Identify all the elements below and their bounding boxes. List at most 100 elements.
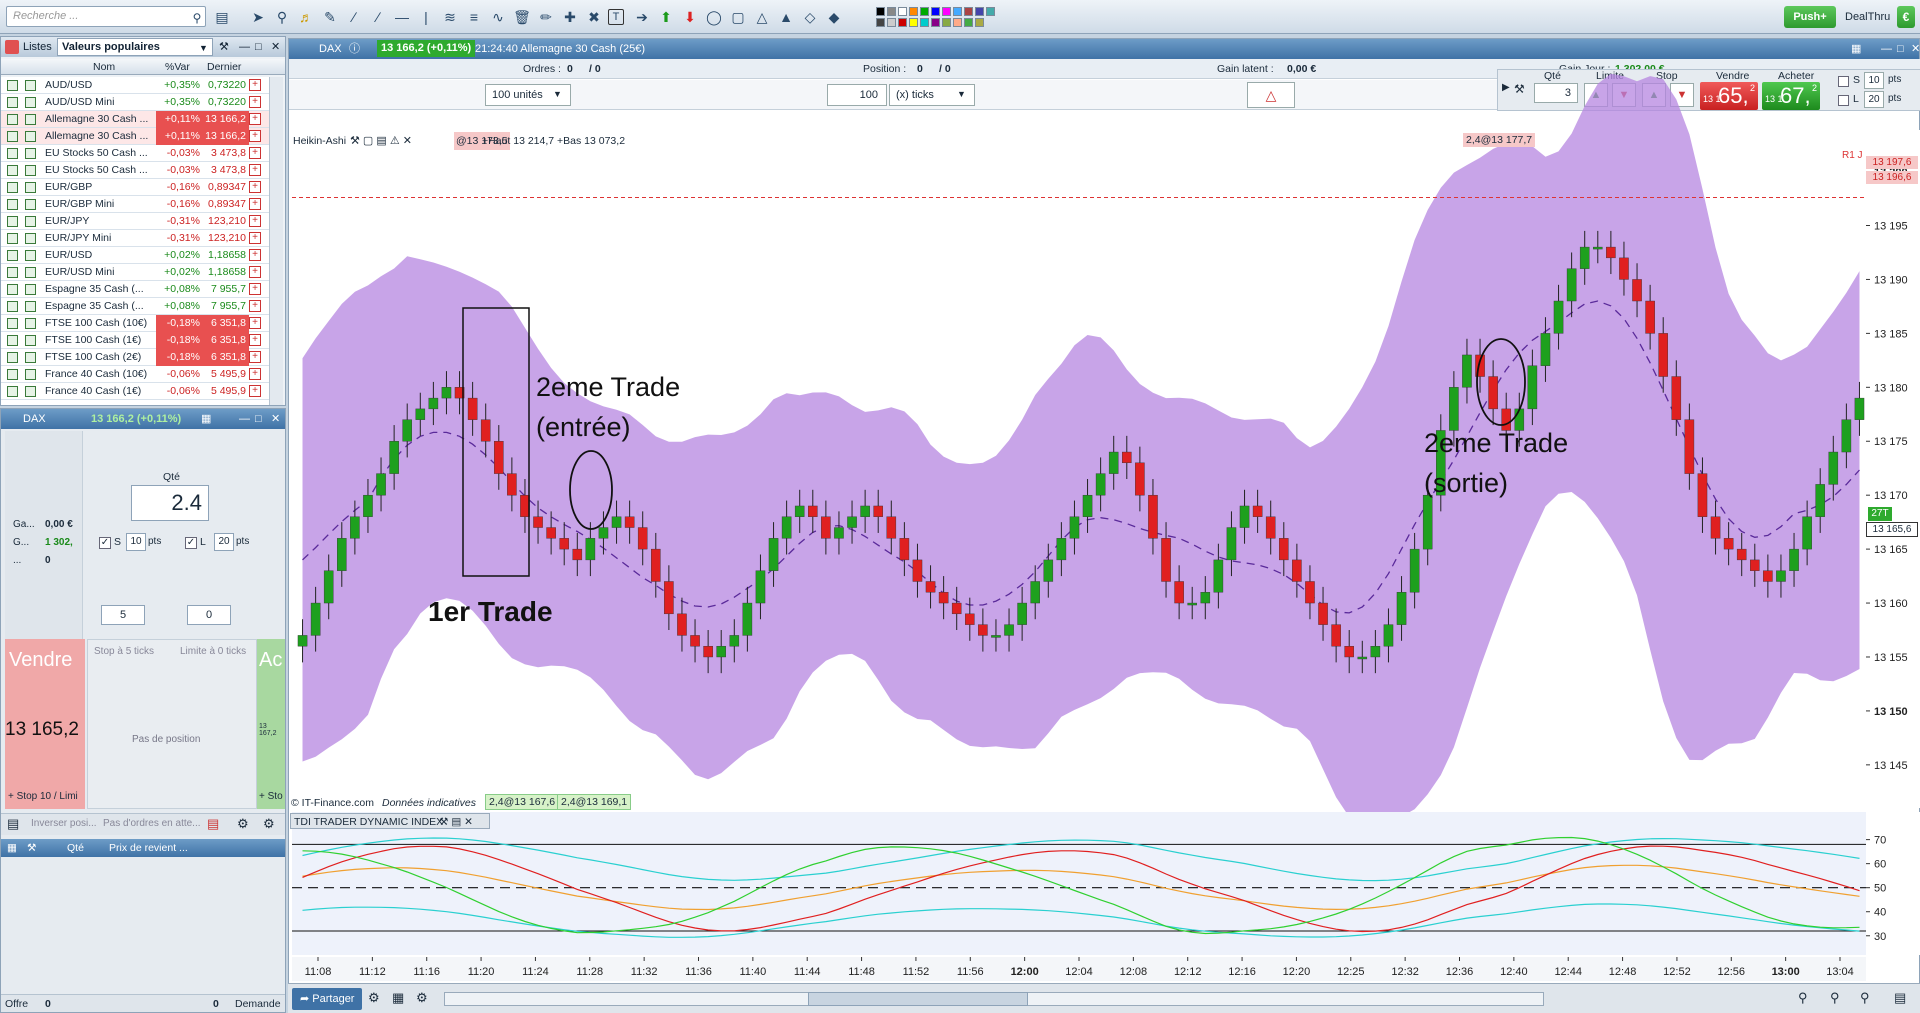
candle-down <box>873 505 883 517</box>
zoom-out-icon[interactable]: ⚲ <box>1830 990 1840 1006</box>
order-marker-top[interactable]: 2,4@13 177,7 <box>1463 133 1536 147</box>
x-tick-label: 12:25 <box>1337 966 1365 978</box>
replay-icon[interactable]: ⚙ <box>368 990 380 1006</box>
candle-up <box>1593 246 1603 250</box>
candle-up <box>1082 494 1093 517</box>
zoom-in-icon[interactable]: ⚲ <box>1798 990 1808 1006</box>
candle-down <box>1174 581 1184 604</box>
candle-up <box>402 419 412 442</box>
x-tick-label: 11:12 <box>359 966 386 978</box>
x-tick-label: 11:40 <box>739 966 766 978</box>
x-tick-label: 12:44 <box>1554 966 1582 978</box>
candle-up <box>1239 505 1250 528</box>
candle-down <box>1148 494 1158 539</box>
candle-up <box>1396 592 1407 625</box>
candle-down <box>1488 376 1498 410</box>
candle-up <box>1815 484 1825 517</box>
candle-down <box>1318 602 1328 625</box>
x-tick-label: 11:28 <box>576 966 603 978</box>
x-tick-label: 11:48 <box>848 966 875 978</box>
indicator-tools-icon[interactable]: ⚒ ▢ ▤ ⚠ ✕ <box>350 132 412 150</box>
candle-up <box>598 527 609 539</box>
current-price-badge: 13 165,6 <box>1866 522 1918 537</box>
x-tick-label: 11:56 <box>957 966 984 978</box>
candle-down <box>533 516 543 528</box>
x-tick-label: 11:44 <box>794 966 821 978</box>
candle-down <box>467 397 478 420</box>
share-label: Partager <box>312 993 355 1005</box>
tdi-label[interactable]: TDI TRADER DYNAMIC INDEX <box>294 814 443 830</box>
tdi-tick-label: 50 <box>1874 883 1886 895</box>
candle-up <box>1095 473 1106 496</box>
settings-icon[interactable]: ⚙ <box>416 990 428 1006</box>
candle-down <box>690 635 700 647</box>
candle-up <box>834 527 844 539</box>
candle-up <box>1802 516 1812 550</box>
candle-up <box>323 570 334 604</box>
candle-down <box>1658 333 1668 377</box>
candle-up <box>1449 387 1459 431</box>
candle-down <box>520 494 530 517</box>
candle-up <box>1409 548 1420 593</box>
tdi-tick-label: 40 <box>1874 907 1886 919</box>
volume-marker: 27T <box>1868 507 1892 521</box>
candle-up <box>337 538 347 571</box>
tdi-pane <box>292 812 1866 955</box>
candle-down <box>886 516 897 539</box>
x-tick-label: 13:04 <box>1826 966 1854 978</box>
x-tick-label: 11:08 <box>305 966 332 978</box>
candle-up <box>1004 624 1014 636</box>
trade-box-1[interactable]: 2,4@13 167,6 <box>485 794 560 810</box>
r1-label: R1 J <box>1842 150 1863 161</box>
candle-up <box>1213 559 1224 593</box>
x-tick-label: 12:08 <box>1120 966 1148 978</box>
candle-up <box>1043 559 1054 582</box>
r1b-price-badge: 13 196,6 <box>1866 171 1918 184</box>
candle-down <box>1684 419 1695 474</box>
candle-up <box>1226 527 1237 561</box>
candle-up <box>1357 656 1368 660</box>
candle-up <box>441 387 452 399</box>
candle-down <box>808 505 818 517</box>
table-icon[interactable]: ▦ <box>392 990 404 1006</box>
scrollbar-thumb[interactable] <box>808 992 1028 1006</box>
candle-up <box>350 516 360 539</box>
candle-down <box>1135 462 1145 496</box>
zoom-fit-icon[interactable]: ⚲ <box>1860 990 1870 1006</box>
x-tick-label: 12:56 <box>1718 966 1746 978</box>
x-tick-label: 11:36 <box>685 966 712 978</box>
candle-up <box>991 635 1001 638</box>
tdi-tick-label: 30 <box>1874 931 1886 943</box>
candle-down <box>637 527 648 550</box>
candle-up <box>860 505 870 517</box>
tdi-tick-label: 60 <box>1874 859 1886 871</box>
candle-down <box>572 548 583 561</box>
indicator-name[interactable]: Heikin-Ashi <box>293 132 346 150</box>
candle-up <box>742 602 753 636</box>
y-tick-label: 13 195 <box>1874 221 1908 233</box>
candle-up <box>729 635 740 647</box>
candle-down <box>1763 570 1773 582</box>
candle-down <box>624 516 635 528</box>
x-tick-label: 11:24 <box>522 966 549 978</box>
candle-down <box>1619 257 1629 280</box>
candle-up <box>376 473 386 496</box>
candle-up <box>585 538 596 561</box>
candle-up <box>1056 538 1067 561</box>
share-button[interactable]: ➦ Partager <box>292 988 363 1010</box>
y-tick-label: 13 170 <box>1874 490 1908 502</box>
data-note: Données indicatives <box>382 797 476 809</box>
price-chart[interactable]: 13 20013 19513 19013 18513 18013 17513 1… <box>0 0 1920 1013</box>
candle-down <box>1632 279 1642 302</box>
tdi-tools-icon[interactable]: ⚒ ▤ ✕ <box>439 814 473 830</box>
x-tick-label: 11:32 <box>631 966 658 978</box>
x-tick-label: 12:00 <box>1011 966 1039 978</box>
y-tick-label: 13 165 <box>1874 544 1908 556</box>
trade-box-2[interactable]: 2,4@13 169,1 <box>557 794 632 810</box>
candle-up <box>1828 451 1839 485</box>
candle-up <box>1776 570 1786 582</box>
x-tick-label: 12:12 <box>1174 966 1202 978</box>
candle-up <box>1017 602 1027 625</box>
candle-down <box>821 516 831 539</box>
fullscreen-icon[interactable]: ▤ <box>1894 990 1906 1006</box>
